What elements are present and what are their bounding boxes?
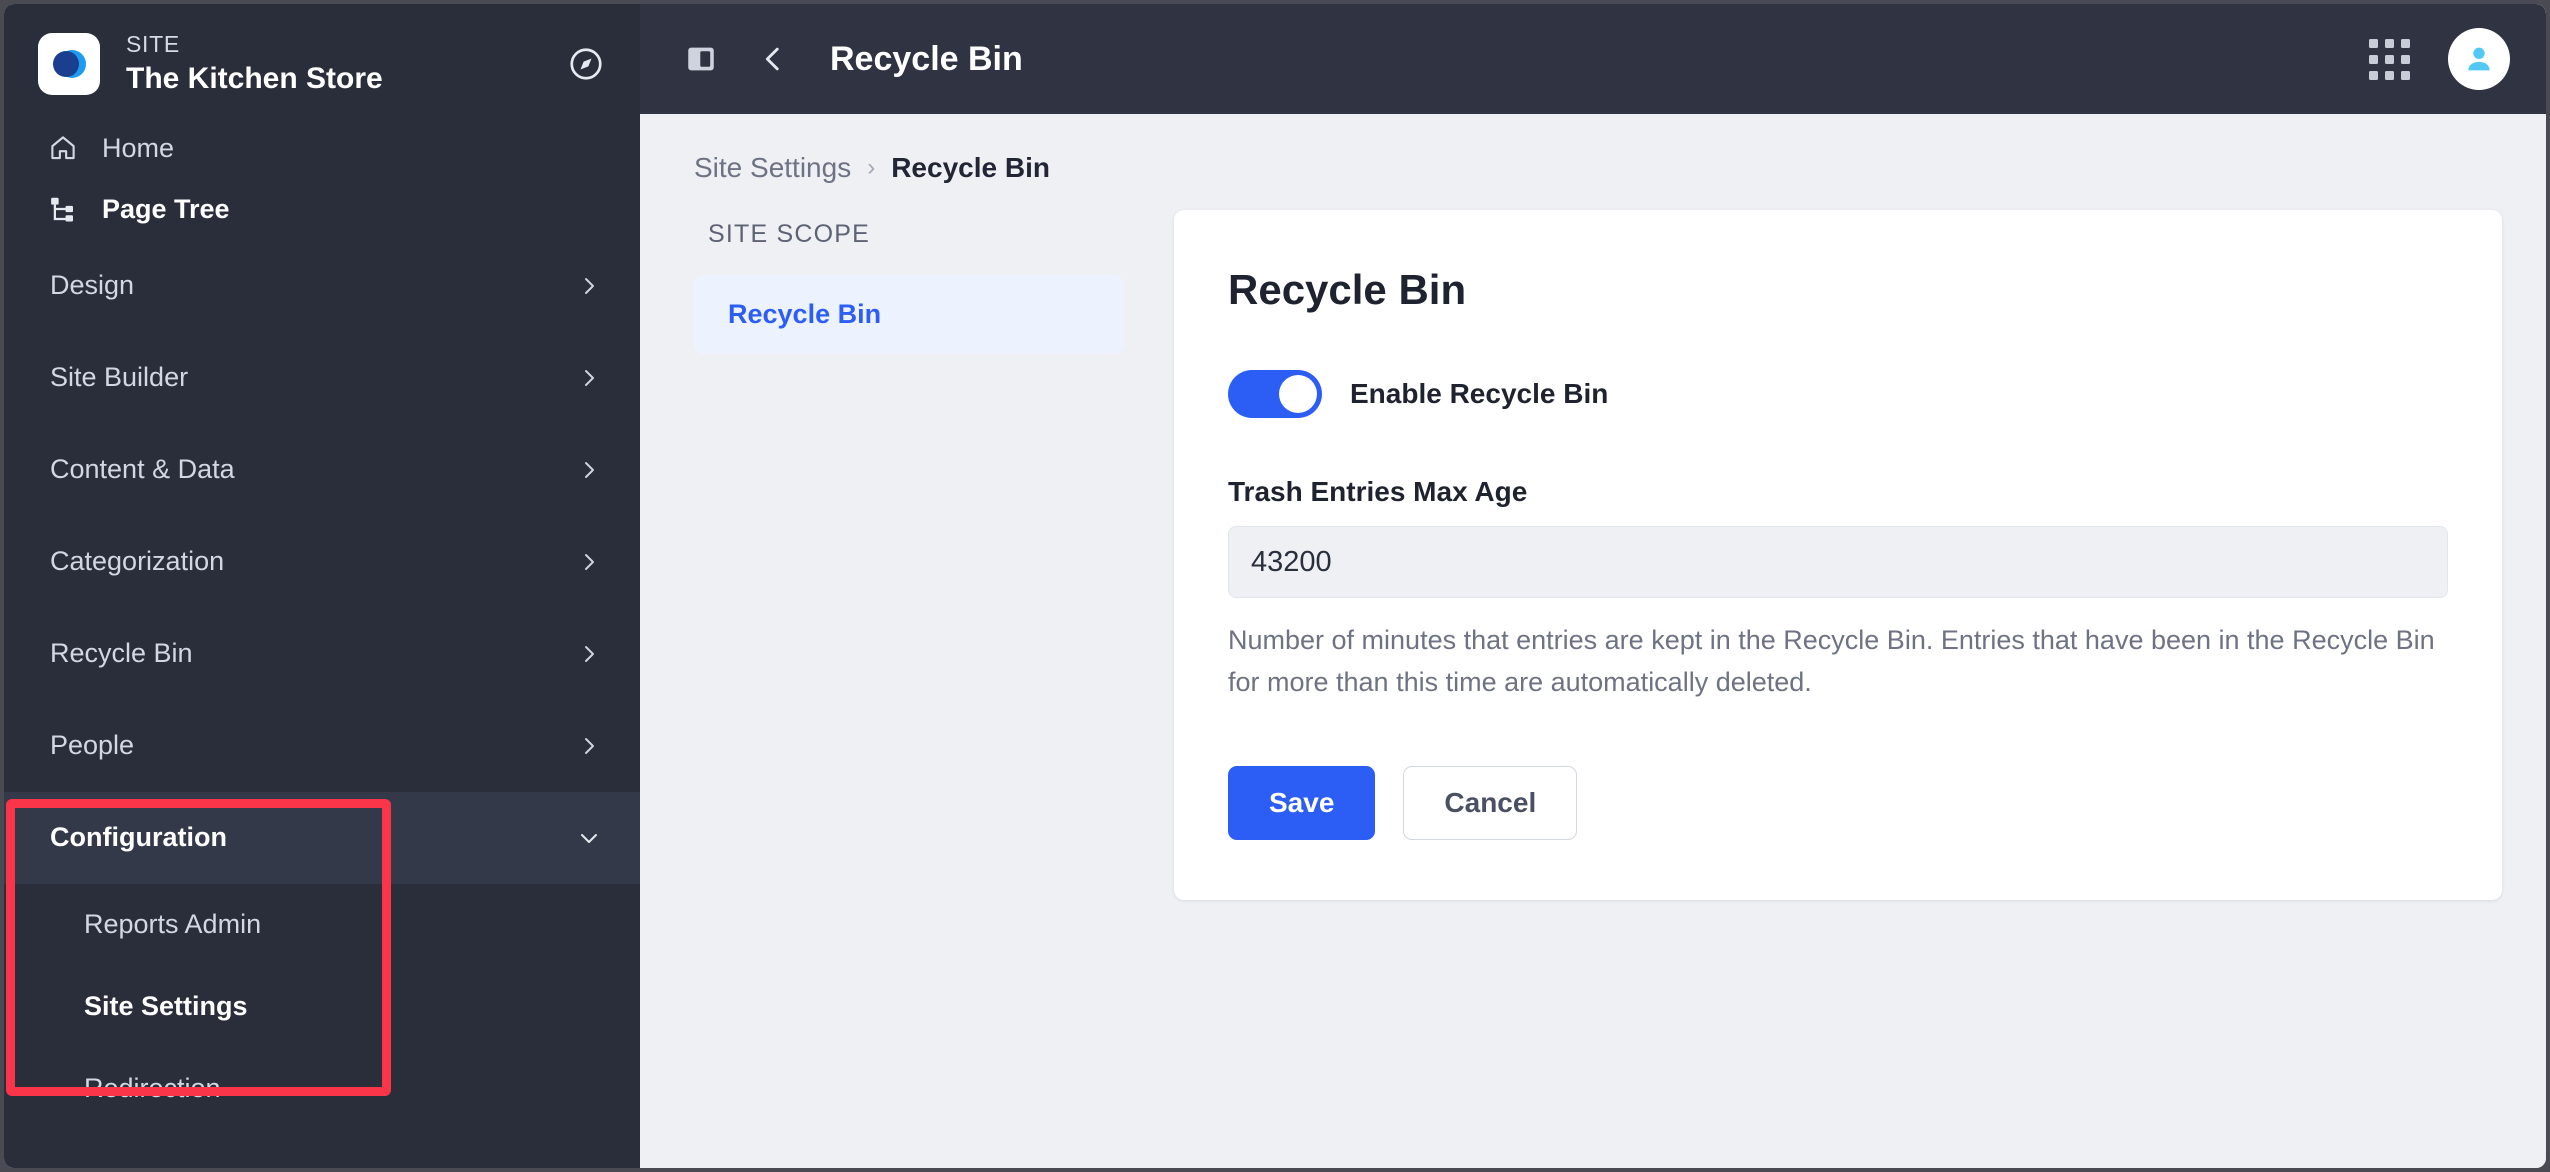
trash-entries-max-age-input[interactable] xyxy=(1228,526,2448,598)
sidebar-subitem-label: Site Settings xyxy=(84,991,248,1022)
sidebar-group-recycle-bin[interactable]: Recycle Bin xyxy=(4,608,640,700)
content-split: SITE SCOPE Recycle Bin Recycle Bin Enabl… xyxy=(640,210,2546,900)
sidebar-group-design[interactable]: Design xyxy=(4,240,640,332)
scope-item-recycle-bin[interactable]: Recycle Bin xyxy=(694,275,1124,354)
site-header: SITE The Kitchen Store xyxy=(4,4,640,118)
home-icon xyxy=(48,133,86,163)
card-actions: Save Cancel xyxy=(1228,765,2448,840)
scope-item-label: Recycle Bin xyxy=(728,299,882,329)
chevron-right-icon xyxy=(572,366,606,390)
chevron-right-icon xyxy=(572,734,606,758)
breadcrumb-site-settings[interactable]: Site Settings xyxy=(694,152,851,184)
sidebar-item-page-tree[interactable]: Page Tree xyxy=(4,179,640,240)
content-area: Site Settings › Recycle Bin SITE SCOPE R… xyxy=(640,114,2546,1168)
user-avatar-icon[interactable] xyxy=(2448,28,2510,90)
sidebar: SITE The Kitchen Store Home Page Tree De… xyxy=(4,4,640,1168)
sidebar-group-categorization[interactable]: Categorization xyxy=(4,516,640,608)
chevron-right-icon xyxy=(572,274,606,298)
sidebar-item-redirection[interactable]: Redirection xyxy=(4,1048,640,1130)
sidebar-group-people[interactable]: People xyxy=(4,700,640,792)
page-tree-icon xyxy=(48,194,86,224)
sidebar-item-reports-admin[interactable]: Reports Admin xyxy=(4,884,640,966)
app-window: SITE The Kitchen Store Home Page Tree De… xyxy=(0,0,2550,1172)
sidebar-group-configuration[interactable]: Configuration xyxy=(4,791,640,884)
compass-icon[interactable] xyxy=(562,40,610,88)
sidebar-group-label: Site Builder xyxy=(50,362,189,393)
scope-nav-title: SITE SCOPE xyxy=(708,220,871,248)
site-logo xyxy=(38,32,100,95)
sidebar-item-label: Home xyxy=(102,132,175,163)
chevron-right-icon xyxy=(572,458,606,482)
sidebar-group-label: Categorization xyxy=(50,546,225,577)
chevron-right-icon xyxy=(572,550,606,574)
enable-recycle-bin-toggle[interactable] xyxy=(1228,370,1322,418)
sidebar-item-label: Page Tree xyxy=(102,193,230,224)
card-title: Recycle Bin xyxy=(1228,266,1467,313)
sidebar-group-label: Design xyxy=(50,270,135,301)
sidebar-nav: Home Page Tree Design Site Builder Conte… xyxy=(4,118,640,1168)
sidebar-group-content-and-data[interactable]: Content & Data xyxy=(4,424,640,516)
recycle-bin-settings-card: Recycle Bin Enable Recycle Bin Trash Ent… xyxy=(1174,210,2502,900)
cancel-button[interactable]: Cancel xyxy=(1403,765,1578,840)
sidebar-group-label: People xyxy=(50,730,135,761)
sidebar-group-label: Content & Data xyxy=(50,454,235,485)
enable-recycle-bin-row: Enable Recycle Bin xyxy=(1228,370,2448,418)
chevron-right-icon xyxy=(572,642,606,666)
sidebar-toggle-icon[interactable] xyxy=(670,28,732,90)
site-eyebrow: SITE xyxy=(126,31,180,57)
chevron-down-icon xyxy=(572,826,606,850)
sidebar-item-site-settings[interactable]: Site Settings xyxy=(4,966,640,1048)
back-button[interactable] xyxy=(742,28,804,90)
sidebar-group-site-builder[interactable]: Site Builder xyxy=(4,332,640,424)
trash-entries-max-age-help: Number of minutes that entries are kept … xyxy=(1228,625,2435,697)
topbar: Recycle Bin xyxy=(640,4,2546,114)
breadcrumb: Site Settings › Recycle Bin xyxy=(640,114,2546,210)
apps-grid-icon[interactable] xyxy=(2358,28,2420,90)
save-button[interactable]: Save xyxy=(1228,765,1376,840)
sidebar-subitem-label: Reports Admin xyxy=(84,909,262,940)
toggle-knob xyxy=(1279,375,1317,413)
breadcrumb-separator: › xyxy=(867,154,876,181)
breadcrumb-current: Recycle Bin xyxy=(891,152,1050,183)
trash-entries-max-age-label: Trash Entries Max Age xyxy=(1228,476,1528,507)
enable-recycle-bin-label: Enable Recycle Bin xyxy=(1350,378,1609,409)
sidebar-subitem-label: Redirection xyxy=(84,1073,221,1104)
sidebar-item-home[interactable]: Home xyxy=(4,118,640,179)
scope-nav: SITE SCOPE Recycle Bin xyxy=(694,210,1124,900)
sidebar-group-label: Recycle Bin xyxy=(50,638,193,669)
page-title: Recycle Bin xyxy=(830,39,1023,78)
sidebar-group-label: Configuration xyxy=(50,822,227,853)
main-area: Recycle Bin Site Settings › Recycle Bin xyxy=(640,4,2546,1168)
site-title: The Kitchen Store xyxy=(126,61,383,95)
